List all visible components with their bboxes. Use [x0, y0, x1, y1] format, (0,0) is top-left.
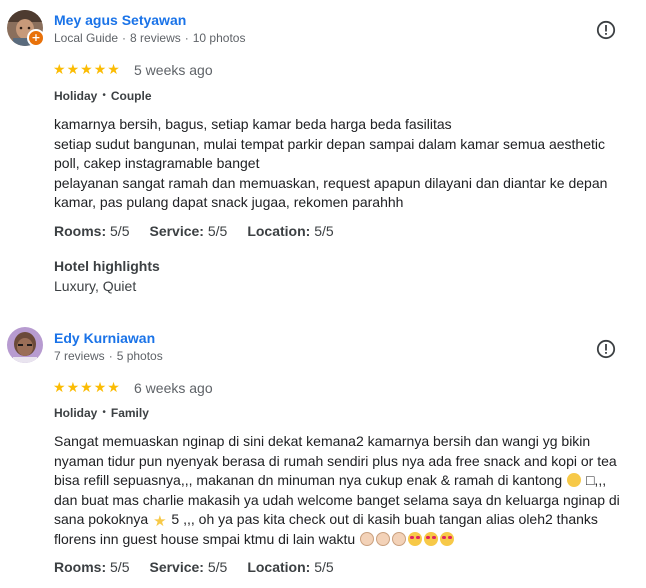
star-icon: ★ — [93, 62, 107, 78]
service-rating: Service: 5/5 — [149, 559, 228, 575]
reviewer-name[interactable]: Edy Kurniawan — [54, 330, 155, 346]
clapping-hands-emoji-icon — [392, 531, 407, 546]
photo-count: 10 photos — [192, 31, 246, 45]
report-flag-icon[interactable] — [596, 339, 616, 359]
reviewer-meta: Local Guide · 8 reviews · 10 photos — [54, 31, 246, 45]
smiling-face-emoji-icon — [567, 473, 582, 487]
travel-group: Couple — [110, 89, 152, 103]
local-guide-label: Local Guide — [54, 31, 119, 45]
review-date: 6 weeks ago — [134, 380, 213, 396]
heart-eyes-emoji-icon — [424, 531, 439, 546]
star-emoji-icon: ★ — [153, 513, 167, 530]
star-icon: ★ — [80, 62, 93, 78]
local-guide-badge-icon: + — [27, 29, 45, 47]
review-count: 7 reviews — [54, 349, 105, 363]
star-rating: ★★★★★ — [53, 62, 121, 78]
star-icon: ★ — [66, 62, 80, 78]
heart-eyes-emoji-icon — [440, 531, 455, 546]
clapping-hands-emoji-icon — [376, 531, 391, 546]
sub-ratings: Rooms: 5/5 Service: 5/5 Location: 5/5 — [54, 223, 354, 239]
reviewer-meta: 7 reviews · 5 photos — [54, 349, 163, 363]
location-rating: Location: 5/5 — [247, 223, 334, 239]
review-count: 8 reviews — [130, 31, 181, 45]
review-date: 5 weeks ago — [134, 62, 213, 78]
profile-photo-icon — [7, 327, 43, 363]
sub-ratings: Rooms: 5/5 Service: 5/5 Location: 5/5 — [54, 559, 354, 575]
hotel-highlights-value: Luxury, Quiet — [54, 278, 137, 294]
review-text: kamarnya bersih, bagus, setiap kamar bed… — [54, 115, 624, 213]
star-icon: ★ — [107, 62, 120, 78]
review-paragraph: kamarnya bersih, bagus, setiap kamar bed… — [54, 116, 452, 132]
clapping-hands-emoji-icon — [360, 531, 375, 546]
star-icon: ★ — [93, 380, 107, 396]
review-paragraph: setiap sudut bangunan, mulai tempat park… — [54, 135, 605, 172]
travel-group: Family — [110, 406, 149, 420]
rooms-rating: Rooms: 5/5 — [54, 223, 130, 239]
report-flag-icon[interactable] — [596, 20, 616, 40]
review-text: Sangat memuaskan nginap di sini dekat ke… — [54, 432, 624, 549]
trip-type: Holiday — [54, 406, 98, 420]
star-icon: ★ — [53, 380, 66, 396]
review-text-part: Sangat memuaskan nginap di sini dekat ke… — [54, 433, 617, 488]
hotel-highlights-title: Hotel highlights — [54, 258, 160, 274]
star-icon: ★ — [66, 380, 80, 396]
star-icon: ★ — [107, 380, 120, 396]
rooms-rating: Rooms: 5/5 — [54, 559, 130, 575]
photo-count: 5 photos — [116, 349, 163, 363]
star-icon: ★ — [53, 62, 66, 78]
avatar[interactable] — [7, 327, 43, 363]
service-rating: Service: 5/5 — [149, 223, 228, 239]
star-icon: ★ — [80, 380, 93, 396]
trip-tags: Holiday • Couple — [54, 89, 152, 103]
reviewer-name[interactable]: Mey agus Setyawan — [54, 12, 186, 28]
trip-tags: Holiday • Family — [54, 406, 149, 420]
location-rating: Location: 5/5 — [247, 559, 334, 575]
trip-type: Holiday — [54, 89, 98, 103]
review-paragraph: pelayanan sangat ramah dan memuaskan, re… — [54, 174, 608, 211]
heart-eyes-emoji-icon — [408, 531, 423, 546]
star-rating: ★★★★★ — [53, 380, 121, 396]
